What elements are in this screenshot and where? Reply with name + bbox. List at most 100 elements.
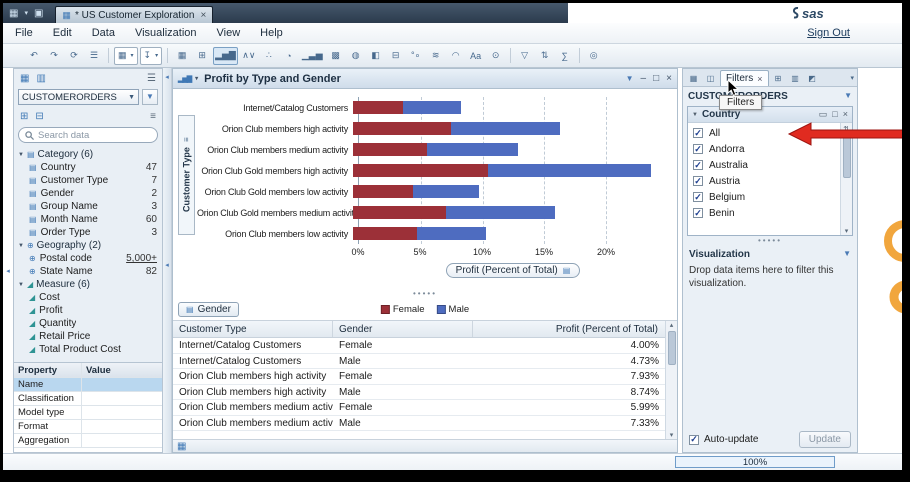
application-menu-icon[interactable]: ▦ (9, 5, 18, 23)
collapse-country-icon[interactable]: ▼ (692, 112, 698, 118)
collapse-all-icon[interactable]: ⊟ (35, 111, 43, 122)
data-item-total-product-cost[interactable]: ◢ Total Product Cost (14, 343, 162, 356)
country-option-austria[interactable]: ✓ Austria (688, 173, 840, 189)
properties-tab-icon[interactable]: ▦ (686, 71, 701, 86)
more-tabs-icon[interactable]: ▾ (850, 74, 854, 82)
gauge-visualization-icon[interactable]: ◠ (447, 47, 465, 65)
expand-all-icon[interactable]: ⊞ (20, 111, 28, 122)
add-data-source-icon[interactable]: ▦ (20, 73, 29, 84)
property-row-model-type[interactable]: Model type (14, 406, 162, 420)
word-cloud-visualization-icon[interactable]: Aa (467, 47, 485, 65)
column-header-customer-type[interactable]: Customer Type (173, 321, 333, 337)
application-menu-caret-icon[interactable]: ▾ (24, 5, 28, 23)
redo-icon[interactable]: ↷ (45, 47, 63, 65)
maximize-filter-icon[interactable]: □ (832, 109, 837, 120)
bar-segment-female[interactable] (353, 101, 403, 114)
table-row[interactable]: Orion Club members medium activity Male 7.… (173, 415, 677, 431)
data-source-select[interactable]: CUSTOMERORDERS ▼ (18, 89, 139, 105)
data-item-cost[interactable]: ◢ Cost (14, 291, 162, 304)
bar-segment-male[interactable] (427, 143, 519, 156)
data-item-customer-type[interactable]: ▤ Customer Type 7 (14, 174, 162, 187)
gender-field-button[interactable]: ▤ Gender (178, 301, 239, 317)
bar-segment-male[interactable] (446, 206, 556, 219)
bar-chart-type-icon[interactable]: ▂▅▇ (178, 75, 192, 83)
data-item-gender[interactable]: ▤ Gender 2 (14, 187, 162, 200)
column-header-gender[interactable]: Gender (333, 321, 473, 337)
data-tab-icon[interactable]: ◫ (703, 71, 718, 86)
bar-segment-female[interactable] (353, 122, 452, 135)
collapse-panel-icon[interactable]: ◂ (165, 74, 169, 82)
close-visualization-icon[interactable]: × (666, 73, 672, 84)
left-edge-splitter[interactable]: ◂ (3, 68, 13, 453)
restore-filter-icon[interactable]: ▭ (819, 109, 828, 120)
sort-tool-icon[interactable]: ⇅ (536, 47, 554, 65)
bar-segment-female[interactable] (353, 143, 428, 156)
capture-icon[interactable]: ◎ (585, 47, 603, 65)
undo-icon[interactable]: ↶ (25, 47, 43, 65)
treemap-visualization-icon[interactable]: ◧ (367, 47, 385, 65)
data-item-month-name[interactable]: ▤ Month Name 60 (14, 213, 162, 226)
heat-map-visualization-icon[interactable]: ▩ (327, 47, 345, 65)
tree-group-category-6-[interactable]: ▼ ▤ Category (6) (14, 148, 162, 161)
data-item-country[interactable]: ▤ Country 47 (14, 161, 162, 174)
view-selector[interactable]: ▦ ▾ (114, 46, 138, 65)
checkbox-belgium[interactable]: ✓ (693, 192, 703, 202)
export-selector[interactable]: ↧ ▾ (139, 46, 163, 65)
remove-filter-icon[interactable]: × (843, 109, 848, 120)
bubble-plot-visualization-icon[interactable]: °∘ (407, 47, 425, 65)
property-row-classification[interactable]: Classification (14, 392, 162, 406)
table-row[interactable]: Internet/Catalog Customers Female 4.00% (173, 338, 677, 354)
band-plot-visualization-icon[interactable]: ≋ (427, 47, 445, 65)
table-row[interactable]: Internet/Catalog Customers Male 4.73% (173, 353, 677, 369)
table-row[interactable]: Orion Club members high activity Female 7.… (173, 369, 677, 385)
scroll-down-icon[interactable]: ▾ (670, 431, 674, 439)
box-plot-visualization-icon[interactable]: ⊟ (387, 47, 405, 65)
filter-tool-icon[interactable]: ▽ (516, 47, 534, 65)
calculation-icon[interactable]: ∑ (556, 47, 574, 65)
data-panel-menu-icon[interactable]: ☰ (147, 73, 156, 84)
bar-chart-visualization-icon[interactable]: ▂▅▇ (213, 46, 238, 65)
data-item-order-type[interactable]: ▤ Order Type 3 (14, 226, 162, 239)
collapse-left-icon[interactable]: ◂ (6, 268, 10, 276)
country-option-belgium[interactable]: ✓ Belgium (688, 189, 840, 205)
minimize-visualization-icon[interactable]: – (641, 73, 647, 84)
bar-segment-male[interactable] (402, 101, 462, 114)
new-tab-icon[interactable]: ▣ (34, 5, 43, 23)
window-menu-icon[interactable]: ☰ (85, 47, 103, 65)
country-scroll-down-icon[interactable]: ▾ (845, 227, 849, 235)
search-box[interactable]: Search data (18, 127, 158, 143)
bar-segment-female[interactable] (353, 206, 446, 219)
manage-data-icon[interactable]: ▥ (36, 73, 45, 84)
geo-map-visualization-icon[interactable]: ◍ (347, 47, 365, 65)
checkbox-australia[interactable]: ✓ (693, 160, 703, 170)
splitter-left[interactable]: ◂ ◂ (163, 68, 172, 453)
checkbox-andorra[interactable]: ✓ (693, 144, 703, 154)
maximize-visualization-icon[interactable]: □ (653, 73, 659, 84)
tree-group-measure-6-[interactable]: ▼ ◢ Measure (6) (14, 278, 162, 291)
bar-segment-female[interactable] (353, 185, 413, 198)
filters-grip[interactable]: ••••• (683, 236, 857, 246)
table-visualization-icon[interactable]: ▦ (173, 47, 191, 65)
scroll-up-icon[interactable]: ▴ (670, 321, 674, 329)
bar-segment-female[interactable] (353, 227, 418, 240)
data-item-retail-price[interactable]: ◢ Retail Price (14, 330, 162, 343)
x-axis-menu-icon[interactable]: ▤ (563, 266, 571, 275)
x-axis-label-button[interactable]: Profit (Percent of Total) ▤ (445, 263, 581, 278)
close-document-icon[interactable]: × (200, 10, 206, 21)
bar-segment-male[interactable] (451, 122, 560, 135)
chart-type-caret-icon[interactable]: ▾ (195, 75, 198, 82)
column-header-profit-percent-of-total-[interactable]: Profit (Percent of Total) (473, 321, 677, 337)
tree-group-geography-2-[interactable]: ▼ ⊕ Geography (2) (14, 239, 162, 252)
crosstab-visualization-icon[interactable]: ⊞ (193, 47, 211, 65)
data-item-count[interactable]: 5,000+ (126, 253, 157, 264)
ranks-tab-icon[interactable]: ⊞ (771, 71, 786, 86)
comments-tab-icon[interactable]: ▥ (788, 71, 803, 86)
auto-update-checkbox[interactable]: ✓ (689, 434, 699, 445)
property-row-aggregation[interactable]: Aggregation (14, 434, 162, 448)
data-item-state-name[interactable]: ⊕ State Name 82 (14, 265, 162, 278)
bar-segment-male[interactable] (412, 185, 480, 198)
maximize-table-icon[interactable]: ▦ (177, 441, 186, 452)
panel-grip[interactable]: ••••• (173, 289, 677, 299)
country-option-benin[interactable]: ✓ Benin (688, 205, 840, 221)
histogram-visualization-icon[interactable]: ▁▃▅ (300, 47, 325, 65)
